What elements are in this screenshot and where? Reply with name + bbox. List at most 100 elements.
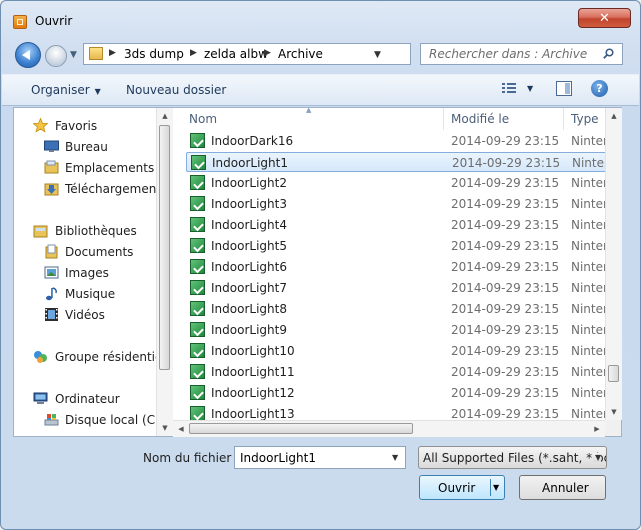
back-button[interactable] [15, 42, 41, 68]
close-button[interactable]: ✕ [578, 8, 631, 28]
search-icon[interactable] [603, 48, 614, 59]
file-type: Ninten [571, 407, 605, 420]
nav-label: Téléchargements [65, 182, 156, 196]
libraries-icon [33, 225, 48, 238]
scroll-down-icon[interactable]: ▼ [157, 420, 173, 436]
filename-label: Nom du fichier : [143, 451, 240, 465]
file-list[interactable]: Nom ▲ Modifié le Type IndoorDark16 2014-09… [182, 108, 605, 420]
file-row[interactable]: IndoorLight8 2014-09-29 23:15 Ninten [186, 299, 605, 319]
nav-item-libraries[interactable]: Bibliothèques [14, 221, 156, 241]
breadcrumb-separator-icon[interactable]: ▶ [264, 48, 271, 58]
scroll-right-icon[interactable]: ▶ [589, 421, 605, 437]
column-header-type[interactable]: Type [564, 108, 605, 130]
nav-label: Documents [65, 245, 134, 259]
scroll-down-icon[interactable]: ▼ [606, 404, 622, 420]
open-button[interactable]: Ouvrir ▼ [419, 475, 505, 500]
file-icon [190, 364, 205, 379]
view-dropdown-icon[interactable]: ▼ [527, 84, 533, 93]
file-row[interactable]: IndoorLight3 2014-09-29 23:15 Ninten [186, 194, 605, 214]
file-modified: 2014-09-29 23:15 [452, 156, 561, 170]
help-icon[interactable]: ? [591, 80, 608, 97]
file-row[interactable]: IndoorLight9 2014-09-29 23:15 Ninten [186, 320, 605, 340]
file-row[interactable]: IndoorLight6 2014-09-29 23:15 Ninten [186, 257, 605, 277]
nav-item-downloads[interactable]: Téléchargements [14, 179, 156, 199]
address-dropdown-icon[interactable]: ▼ [374, 50, 381, 60]
file-row[interactable]: IndoorLight7 2014-09-29 23:15 Ninten [186, 278, 605, 298]
horizontal-scrollbar[interactable]: ◀ ▶ [173, 420, 605, 437]
app-icon [13, 15, 27, 29]
file-name: IndoorLight2 [211, 176, 287, 190]
nav-item-desktop[interactable]: Bureau [14, 137, 156, 157]
file-modified: 2014-09-29 23:15 [451, 218, 560, 232]
title-bar: Ouvrir ✕ [1, 1, 640, 37]
file-list-scrollbar[interactable]: ▲ ▼ [605, 108, 622, 420]
file-modified: 2014-09-29 23:15 [451, 386, 560, 400]
nav-scrollbar[interactable]: ▲ ▼ [156, 108, 173, 436]
file-row-selected[interactable]: IndoorLight1 2014-09-29 23:15 Ninten [186, 152, 605, 172]
organize-menu[interactable]: Organiser ▼ [31, 83, 101, 97]
cancel-label: Annuler [542, 481, 589, 495]
file-row[interactable]: IndoorLight4 2014-09-29 23:15 Ninten [186, 215, 605, 235]
file-name: IndoorLight10 [211, 344, 295, 358]
breadcrumb-archive[interactable]: Archive [278, 47, 323, 61]
file-row[interactable]: IndoorLight10 2014-09-29 23:15 Ninten [186, 341, 605, 361]
file-row[interactable]: IndoorLight2 2014-09-29 23:15 Ninten [186, 173, 605, 193]
file-type-dropdown-icon[interactable]: ▼ [593, 453, 602, 462]
breadcrumb-separator-icon[interactable]: ▶ [109, 48, 116, 58]
nav-item-music[interactable]: Musique [14, 284, 156, 304]
file-icon [190, 322, 205, 337]
nav-scroll-thumb[interactable] [159, 125, 170, 370]
file-row[interactable]: IndoorLight11 2014-09-29 23:15 Ninten [186, 362, 605, 382]
nav-item-documents[interactable]: Documents [14, 242, 156, 262]
file-type-value: All Supported Files (*.saht, *.bcs [423, 451, 607, 465]
file-modified: 2014-09-29 23:15 [451, 323, 560, 337]
nav-label: Ordinateur [55, 392, 120, 406]
file-scroll-thumb[interactable] [608, 365, 619, 382]
breadcrumb-3ds-dump[interactable]: 3ds dump [124, 47, 184, 61]
documents-icon [45, 244, 58, 259]
nav-item-favorites[interactable]: Favoris [14, 116, 156, 136]
file-row[interactable]: IndoorLight13 2014-09-29 23:15 Ninten [186, 404, 605, 420]
breadcrumb-separator-icon[interactable]: ▶ [190, 48, 197, 58]
column-header-name[interactable]: Nom ▲ [182, 108, 444, 130]
nav-item-pictures[interactable]: Images [14, 263, 156, 283]
file-row[interactable]: IndoorLight12 2014-09-29 23:15 Ninten [186, 383, 605, 403]
file-row[interactable]: IndoorLight5 2014-09-29 23:15 Ninten [186, 236, 605, 256]
nav-label: Emplacements récents [65, 161, 156, 175]
recent-places-icon [44, 160, 59, 174]
nav-label: Vidéos [65, 308, 105, 322]
nav-item-recent-places[interactable]: Emplacements récents [14, 158, 156, 178]
nav-item-computer[interactable]: Ordinateur [14, 389, 156, 409]
new-folder-button[interactable]: Nouveau dossier [126, 83, 226, 97]
view-options-icon[interactable] [502, 83, 516, 94]
search-input[interactable]: Rechercher dans : Archive [420, 43, 623, 65]
forward-button[interactable] [45, 45, 67, 67]
horizontal-scroll-thumb[interactable] [189, 423, 413, 434]
file-icon [190, 217, 205, 232]
nav-item-homegroup[interactable]: Groupe résidentiel [14, 347, 156, 367]
scroll-up-icon[interactable]: ▲ [157, 108, 173, 124]
filename-dropdown-icon[interactable]: ▼ [392, 453, 398, 462]
file-type-select[interactable]: All Supported Files (*.saht, *.bcs ▼ [418, 446, 607, 469]
nav-item-videos[interactable]: Vidéos [14, 305, 156, 325]
breadcrumb-zelda-albw[interactable]: zelda albw [204, 47, 268, 61]
nav-item-local-disk[interactable]: Disque local (C:) [14, 410, 156, 430]
scroll-left-icon[interactable]: ◀ [173, 421, 189, 437]
file-icon [190, 301, 205, 316]
recent-pages-dropdown-icon[interactable]: ▼ [70, 50, 77, 60]
preview-pane-icon[interactable] [556, 81, 572, 96]
file-row[interactable]: IndoorDark16 2014-09-29 23:15 Ninten [186, 131, 605, 151]
file-icon [190, 196, 205, 211]
open-options-dropdown-icon[interactable]: ▼ [493, 483, 499, 492]
file-icon [190, 385, 205, 400]
address-bar[interactable]: ▶ 3ds dump ▶ zelda albw ▶ Archive ▼ ⇆ [83, 43, 488, 65]
file-icon [190, 238, 205, 253]
file-name: IndoorLight7 [211, 281, 287, 295]
scroll-up-icon[interactable]: ▲ [606, 108, 622, 124]
file-icon [190, 280, 205, 295]
filename-input[interactable]: IndoorLight1 ▼ [234, 446, 406, 469]
column-header-modified[interactable]: Modifié le [444, 108, 564, 130]
cancel-button[interactable]: Annuler [519, 475, 606, 500]
file-type: Ninten [571, 134, 605, 148]
navigation-pane[interactable]: Favoris Bureau Emplacements récents Télé… [14, 108, 156, 436]
